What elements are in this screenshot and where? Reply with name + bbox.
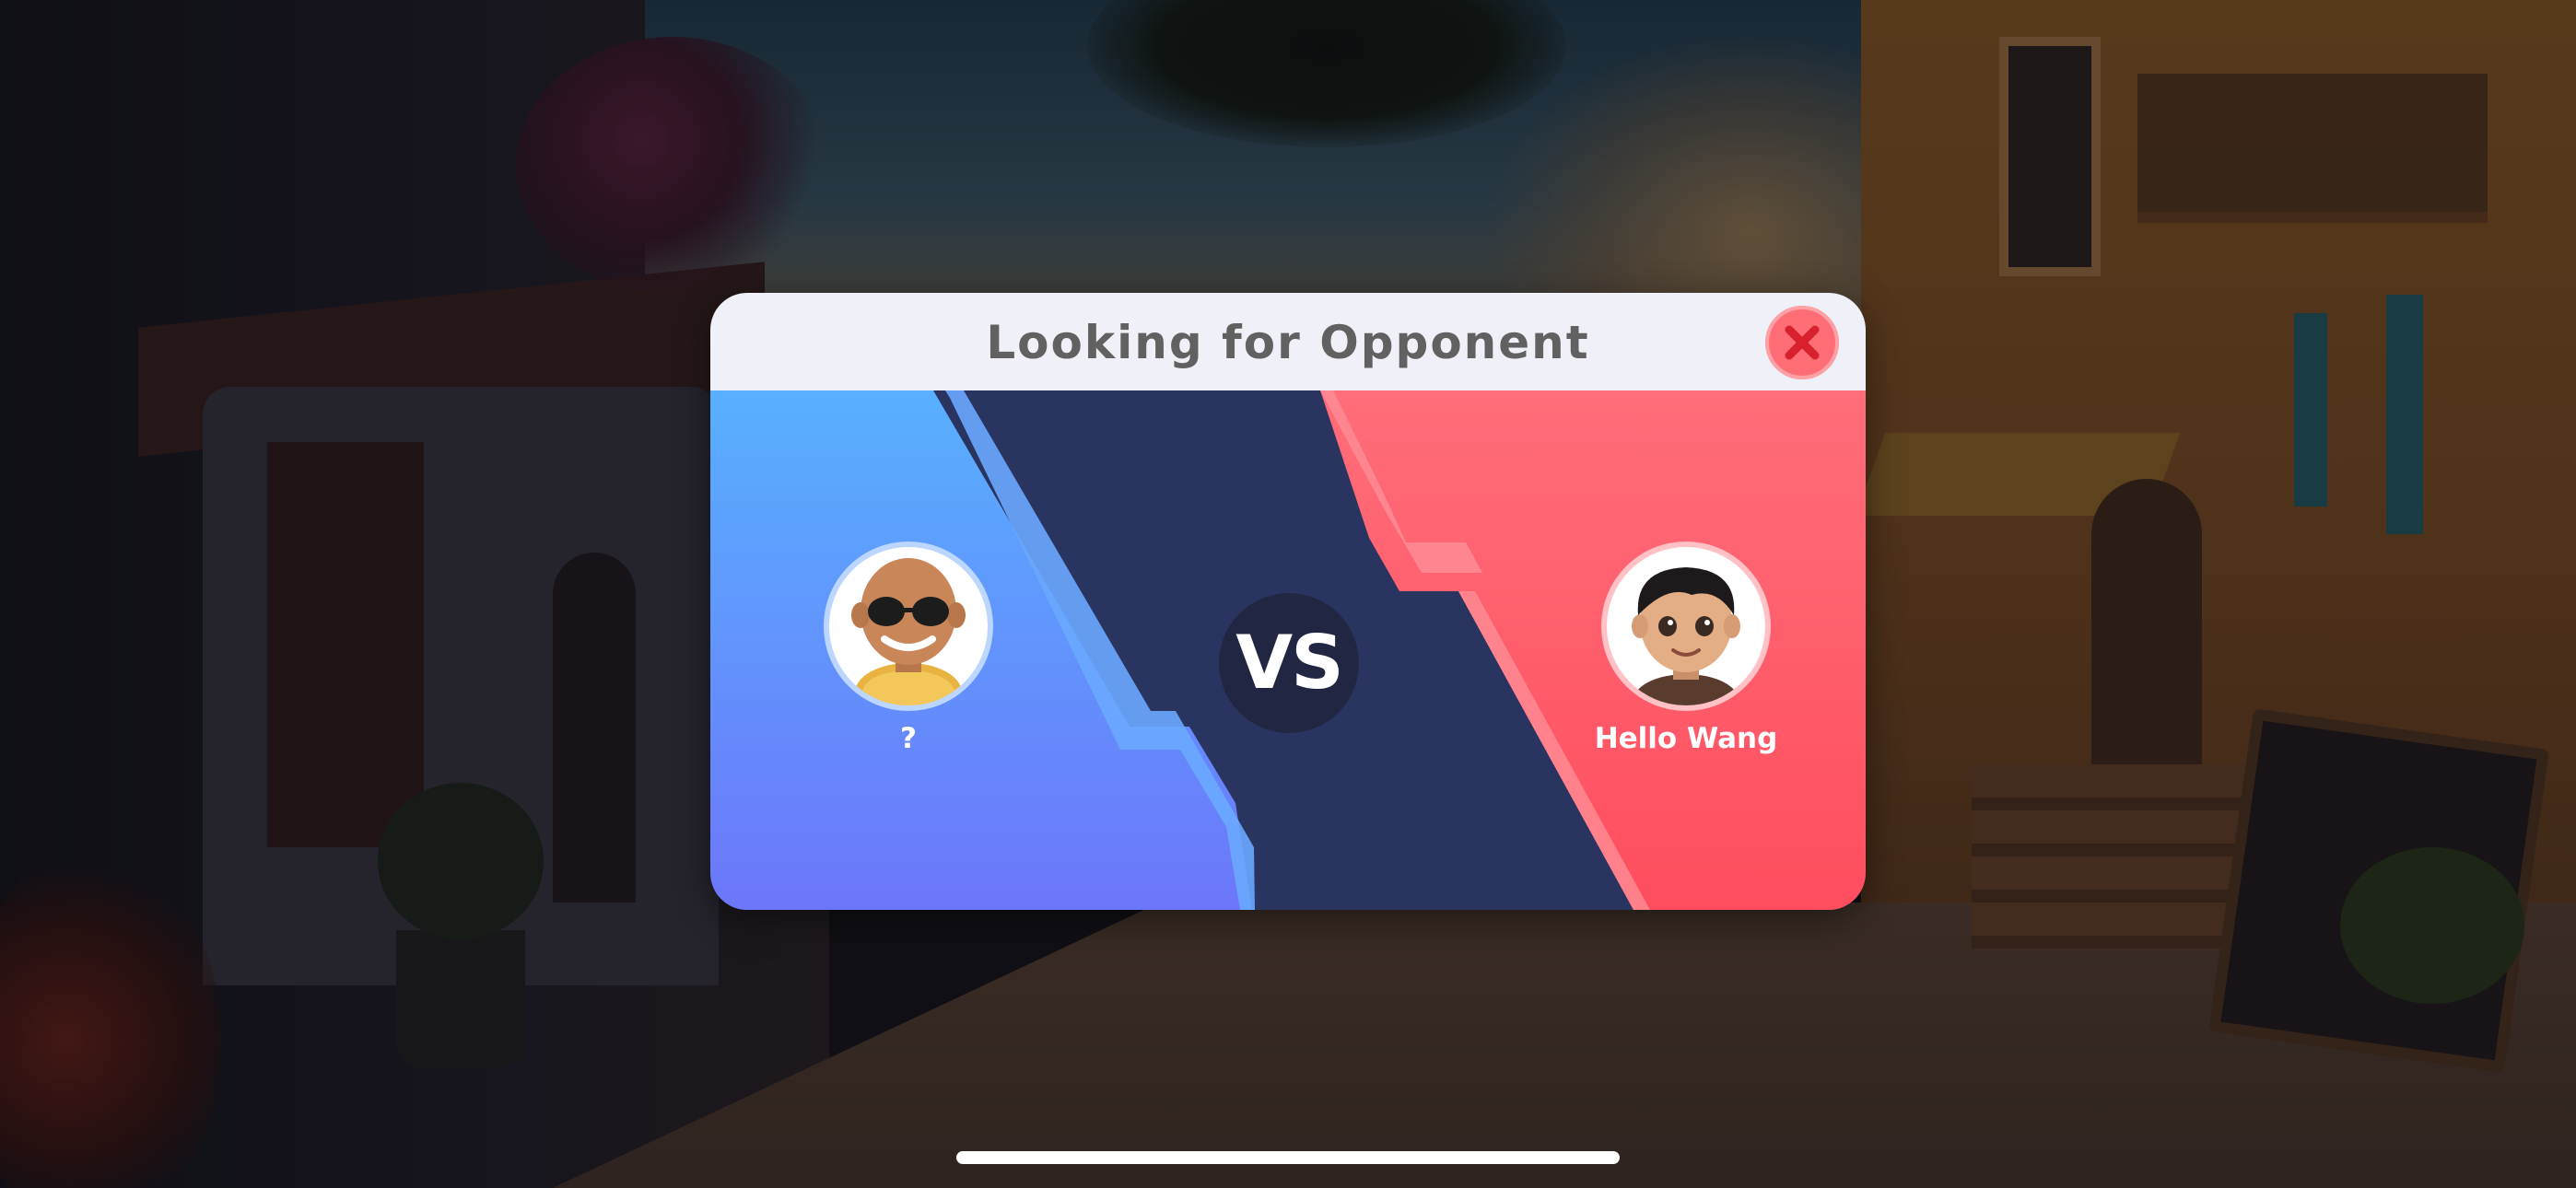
matchmaking-dialog: Looking for Opponent ? VS Hello Wang bbox=[710, 293, 1866, 910]
avatar-boy bbox=[1607, 547, 1765, 705]
dialog-header: Looking for Opponent bbox=[710, 293, 1866, 390]
close-icon bbox=[1785, 325, 1820, 360]
vs-label: VS bbox=[1235, 620, 1344, 705]
dialog-title: Looking for Opponent bbox=[986, 316, 1590, 369]
vs-badge: VS bbox=[1219, 593, 1359, 733]
game-screen: Looking for Opponent ? VS Hello Wang bbox=[0, 0, 2576, 1188]
player-name-left: ? bbox=[900, 722, 917, 755]
avatar-boy-icon bbox=[1632, 567, 1740, 705]
versus-panel: ? VS Hello Wang bbox=[710, 390, 1866, 910]
player-right: Hello Wang bbox=[1575, 547, 1797, 755]
avatar-sunglasses bbox=[829, 547, 988, 705]
avatar-sunglasses-icon bbox=[851, 558, 966, 705]
home-indicator[interactable] bbox=[956, 1151, 1620, 1164]
player-left: ? bbox=[798, 547, 1019, 755]
close-button[interactable] bbox=[1765, 306, 1839, 379]
player-name-right: Hello Wang bbox=[1594, 722, 1778, 755]
